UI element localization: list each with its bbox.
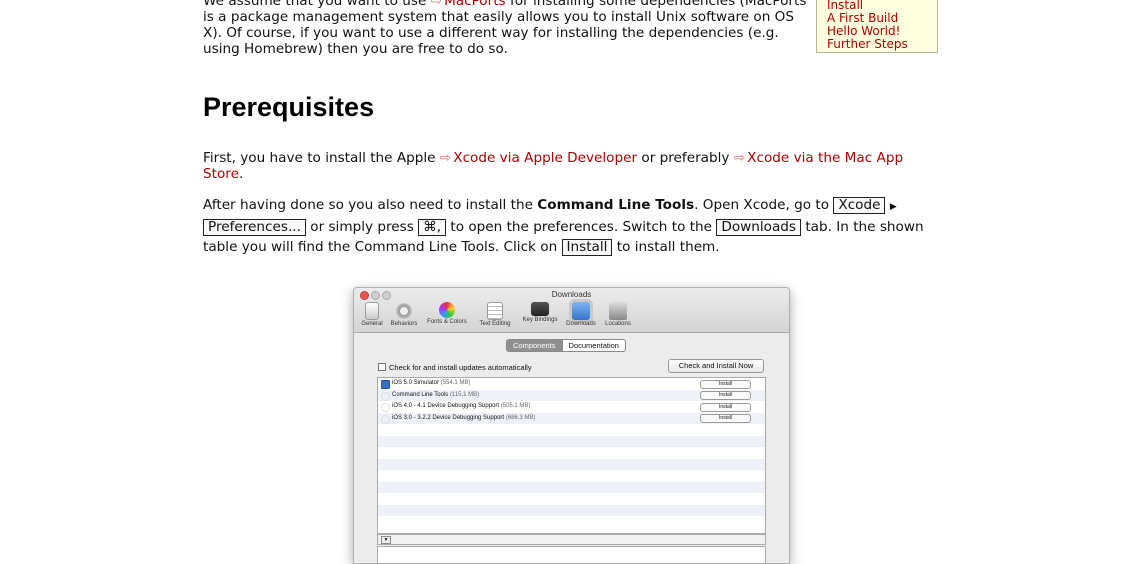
list-item: iOS 3.0 - 3.2.2 Device Debugging Support… [378,412,765,424]
list-item: iOS 4.0 - 4.1 Device Debugging Support (… [378,401,765,413]
window-title: Downloads [551,290,592,299]
gear-icon [395,302,413,320]
list-item-empty [378,458,765,470]
list-item-empty [378,516,765,528]
xcode-paragraph: First, you have to install the Apple ⇨ Xc… [203,150,904,182]
list-item-empty [378,504,765,516]
list-item-empty [378,470,765,482]
auto-update-checkbox: Check for and install updates automatica… [378,363,532,372]
list-item: iOS 5.0 Simulator (554.1 MB) Install [378,378,765,390]
list-item-empty [378,481,765,493]
kbd-xcode: Xcode [833,197,886,214]
list-item-empty [378,435,765,447]
external-link-icon: ⇨ [439,150,452,166]
toolbar-behaviors: Behaviors [387,302,421,327]
tab-documentation: Documentation [562,339,626,352]
list-item-empty [378,493,765,505]
kbd-install: Install [561,239,613,256]
toolbar-general: General [358,302,386,327]
kbd-downloads: Downloads [716,219,802,236]
status-icon [381,414,390,424]
key-bindings-icon [531,302,549,316]
command-line-tools-bold: Command Line Tools [537,197,695,213]
text-editing-icon [487,302,503,320]
status-icon [381,403,390,412]
checkbox-icon [378,363,386,371]
check-install-now-button: Check and Install Now [668,359,764,373]
install-button: Install [700,402,751,412]
kbd-preferences: Preferences... [203,219,306,236]
fonts-colors-icon [439,302,455,318]
menu-arrow-icon: ▶ [889,202,897,212]
kbd-shortcut: ⌘, [418,219,447,236]
locations-icon [609,302,627,320]
status-icon [381,391,390,401]
disclosure-triangle-icon: ▼ [381,536,391,544]
segmented-control: Components Documentation [506,339,626,352]
install-button: Install [700,391,751,400]
toolbar-key-bindings: Key Bindings [518,302,562,323]
toolbar-text-editing: Text Editing [474,302,516,327]
command-line-tools-paragraph: After having done so you also need to in… [203,197,924,256]
toc-box: Install A First Build Hello World! Furth… [816,0,938,53]
installed-icon [381,380,390,389]
section-heading: Prerequisites [203,92,375,122]
tab-components: Components [506,339,563,352]
general-icon [365,302,379,320]
log-area [377,546,766,563]
toolbar-fonts-colors: Fonts & Colors [423,302,471,325]
external-link-icon: ⇨ [430,0,443,9]
downloads-list: iOS 5.0 Simulator (554.1 MB) Install Com… [377,377,766,534]
install-button: Install [700,379,751,389]
macports-link[interactable]: ⇨ MacPorts [431,0,506,9]
xcode-developer-link[interactable]: ⇨ Xcode via Apple Developer [440,150,637,166]
toc-link-further-steps[interactable]: Further Steps [827,38,937,51]
toolbar-locations: Locations [601,302,635,327]
window-titlebar: Downloads General Behaviors Fonts & Colo… [354,288,789,333]
toolbar-downloads: Downloads [563,302,599,327]
list-item-empty [378,447,765,459]
install-button: Install [700,414,751,423]
external-link-icon: ⇨ [733,150,746,166]
downloads-icon [572,302,590,320]
list-item-empty [378,424,765,436]
xcode-downloads-screenshot: Downloads General Behaviors Fonts & Colo… [353,287,790,564]
log-toggle-bar: ▼ [377,534,766,545]
list-item: Command Line Tools (115.1 MB) Install [378,389,765,401]
